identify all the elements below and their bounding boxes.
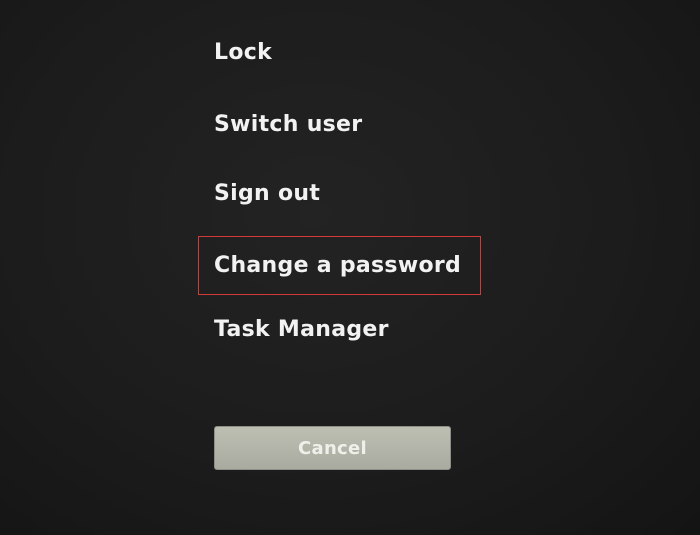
task-manager-option[interactable]: Task Manager <box>214 317 389 342</box>
lock-option[interactable]: Lock <box>214 40 272 65</box>
cancel-button-label: Cancel <box>297 437 368 459</box>
switch-user-option[interactable]: Switch user <box>214 112 362 137</box>
security-options-menu: Lock Switch user Sign out Change a passw… <box>0 0 700 535</box>
cancel-button[interactable]: Cancel <box>214 426 451 470</box>
change-password-option[interactable]: Change a password <box>214 253 461 278</box>
sign-out-option[interactable]: Sign out <box>214 181 320 206</box>
